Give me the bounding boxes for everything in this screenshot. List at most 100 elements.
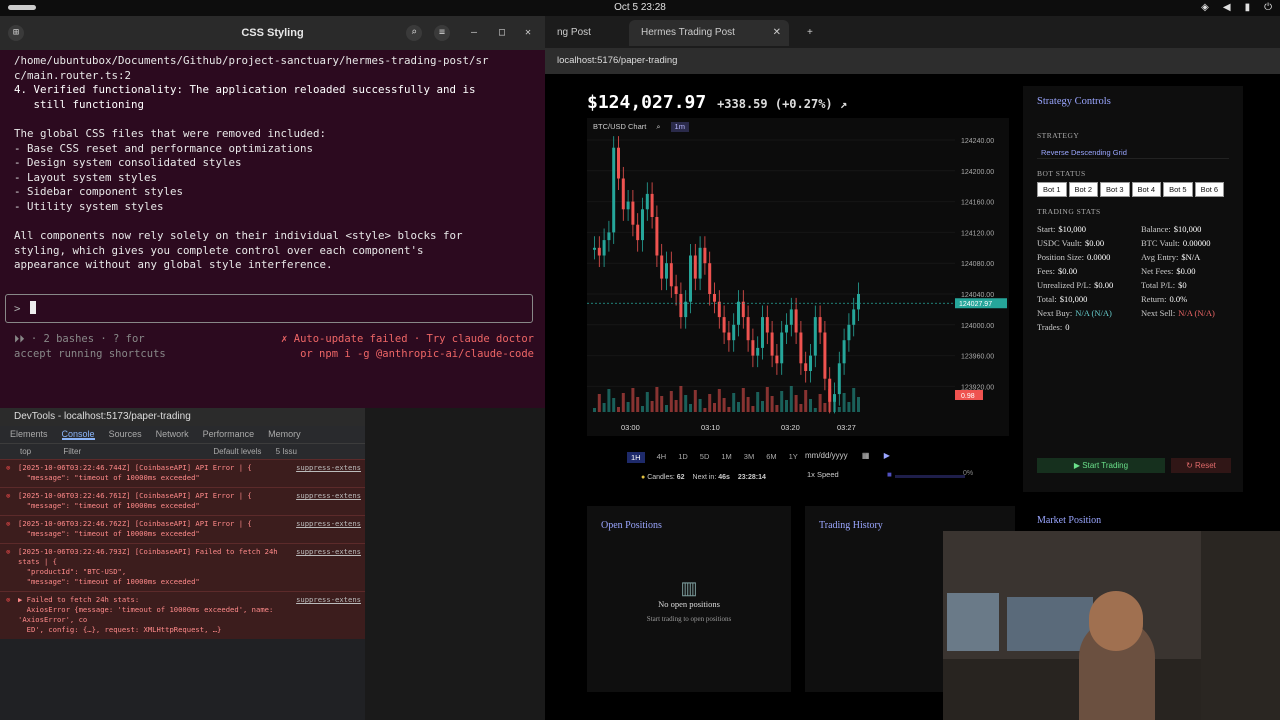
close-icon[interactable]: ✕ (520, 25, 536, 41)
source-link[interactable]: suppress-extens (296, 463, 361, 473)
search-icon[interactable]: ⌕ (406, 25, 422, 41)
browser-tab-1[interactable]: ng Post (545, 20, 603, 46)
devtools-tab-sources[interactable]: Sources (109, 429, 142, 440)
bot-button-1[interactable]: Bot 1 (1037, 182, 1067, 197)
bot-status-label: BOT STATUS (1037, 169, 1086, 178)
system-clock[interactable]: Oct 5 23:28 (0, 2, 1280, 13)
terminal-line: - Design system consolidated styles (14, 156, 242, 170)
candle-body (775, 355, 779, 364)
start-trading-button[interactable]: ▶ Start Trading (1037, 458, 1165, 473)
issues-badge[interactable]: 5 Issu (276, 447, 297, 456)
system-tray[interactable]: ◈ ◀ ▮ ⏻ (1201, 2, 1272, 13)
timeframe-3m[interactable]: 3M (744, 452, 754, 463)
console-entry[interactable]: ⊗ [2025-10-06T03:22:46.761Z] [CoinbaseAPI… (0, 487, 365, 515)
network-icon[interactable]: ◈ (1201, 2, 1209, 13)
prompt-symbol: > (14, 302, 21, 315)
volume-bar (593, 408, 596, 412)
filter-input[interactable]: Filter (63, 447, 81, 456)
timeframe-1d[interactable]: 1D (678, 452, 688, 463)
console-entry[interactable]: ⊗ [2025-10-06T03:22:46.762Z] [CoinbaseAPI… (0, 515, 365, 543)
candle-body (693, 255, 697, 279)
source-link[interactable]: suppress-extens (296, 519, 361, 529)
current-price: $124,027.97 +338.59 (+0.27%) ↗ (587, 92, 847, 113)
timeframe-1m[interactable]: 1M (721, 452, 731, 463)
volume-bar (607, 389, 611, 412)
battery-icon[interactable]: ▮ (1245, 2, 1251, 13)
console-entry[interactable]: ⊗ [2025-10-06T03:22:46.744Z] [CoinbaseAPI… (0, 459, 365, 487)
candle-body (698, 247, 702, 279)
candle-body (703, 247, 707, 264)
volume-bar (775, 405, 779, 412)
menu-icon[interactable]: ≡ (434, 25, 450, 41)
candle-body (809, 355, 812, 371)
candle-body (785, 324, 788, 333)
console-entry[interactable]: ⊗ ▶ Failed to fetch 24h stats: AxiosError… (0, 591, 365, 639)
source-link[interactable]: suppress-extens (296, 547, 361, 557)
date-input[interactable]: mm/dd/yyyy ▦ ▶ (805, 451, 890, 460)
minimize-icon[interactable]: – (466, 25, 482, 41)
stat-value: N/A (N/A) (1178, 308, 1215, 318)
timeframe-1y[interactable]: 1Y (789, 452, 798, 463)
open-positions-panel: Open Positions ▥ No open positions Start… (587, 506, 791, 692)
volume-bar (727, 407, 731, 412)
status-right-2: or npm i -g @anthropic-ai/claude-code (300, 348, 534, 360)
close-tab-icon[interactable]: ✕ (773, 27, 781, 38)
stat-item: Total: $10,000 (1037, 292, 1141, 306)
address-bar[interactable]: localhost:5176/paper-trading (545, 48, 1280, 74)
webcam-overlay (943, 531, 1280, 720)
timeframe-4h[interactable]: 4H (657, 452, 667, 463)
bot-button-3[interactable]: Bot 3 (1100, 182, 1130, 197)
devtools-tab-performance[interactable]: Performance (203, 429, 255, 440)
timeframe-5d[interactable]: 5D (700, 452, 710, 463)
bot-button-2[interactable]: Bot 2 (1068, 182, 1099, 197)
browser-tab-active[interactable]: Hermes Trading Post ✕ (629, 20, 789, 46)
bot-button-4[interactable]: Bot 4 (1131, 182, 1162, 197)
timeframe-6m[interactable]: 6M (766, 452, 776, 463)
maximize-icon[interactable]: □ (494, 25, 510, 41)
price-chart[interactable]: BTC/USD Chart ⌕ 1m 124240.00 124200.00 124… (587, 118, 1009, 436)
source-link[interactable]: suppress-extens (296, 491, 361, 501)
devtools-tab-elements[interactable]: Elements (10, 429, 48, 440)
stat-label: Next Sell: (1141, 308, 1176, 318)
candle-body (617, 147, 620, 179)
stop-icon[interactable]: ■ (887, 470, 892, 479)
terminal-line: c/main.router.ts:2 (14, 68, 132, 82)
bot-button-6[interactable]: Bot 6 (1194, 182, 1225, 197)
volume-bar (684, 395, 688, 412)
calendar-icon[interactable]: ▦ (862, 451, 870, 460)
reset-button[interactable]: ↻ Reset (1171, 458, 1231, 473)
power-icon[interactable]: ⏻ (1264, 2, 1272, 13)
replay-progress[interactable] (895, 475, 965, 478)
candle-body (823, 332, 827, 379)
console-message: ▶ Failed to fetch 24h stats: AxiosError … (18, 595, 274, 634)
speed-select[interactable]: 1x Speed (807, 470, 839, 479)
stat-value: $0.00 (1057, 266, 1078, 276)
devtools-tab-memory[interactable]: Memory (268, 429, 301, 440)
volume-bar (770, 396, 774, 412)
status-left-2: accept running shortcuts (14, 348, 166, 360)
terminal-line: still functioning (14, 97, 145, 111)
devtools-tab-console[interactable]: Console (61, 429, 95, 440)
new-tab-button[interactable]: + (795, 20, 825, 46)
devtools-tab-network[interactable]: Network (156, 429, 189, 440)
strategy-select[interactable]: Reverse Descending Grid (1037, 146, 1229, 159)
terminal-input[interactable]: > (5, 294, 533, 323)
volume-bar (857, 397, 860, 412)
y-tick-label: 124200.00 (961, 169, 994, 176)
context-select[interactable]: top (20, 447, 31, 456)
url-text[interactable]: localhost:5176/paper-trading (557, 55, 677, 66)
play-icon[interactable]: ▶ (884, 451, 890, 460)
levels-select[interactable]: Default levels (213, 447, 261, 456)
console-entry[interactable]: ⊗ [2025-10-06T03:22:46.793Z] [CoinbaseAPI… (0, 543, 365, 591)
volume-bar (612, 398, 616, 412)
volume-icon[interactable]: ◀ (1223, 2, 1231, 13)
timeframe-1h[interactable]: 1H (627, 452, 645, 463)
stat-value: $N/A (1181, 252, 1201, 262)
stat-value: 0.00000 (1182, 238, 1211, 248)
y-tick-label: 124040.00 (961, 292, 994, 299)
volume-bar (804, 390, 808, 412)
bot-button-5[interactable]: Bot 5 (1163, 182, 1193, 197)
stat-item: Net Fees: $0.00 (1141, 264, 1245, 278)
source-link[interactable]: suppress-extens (296, 595, 361, 605)
